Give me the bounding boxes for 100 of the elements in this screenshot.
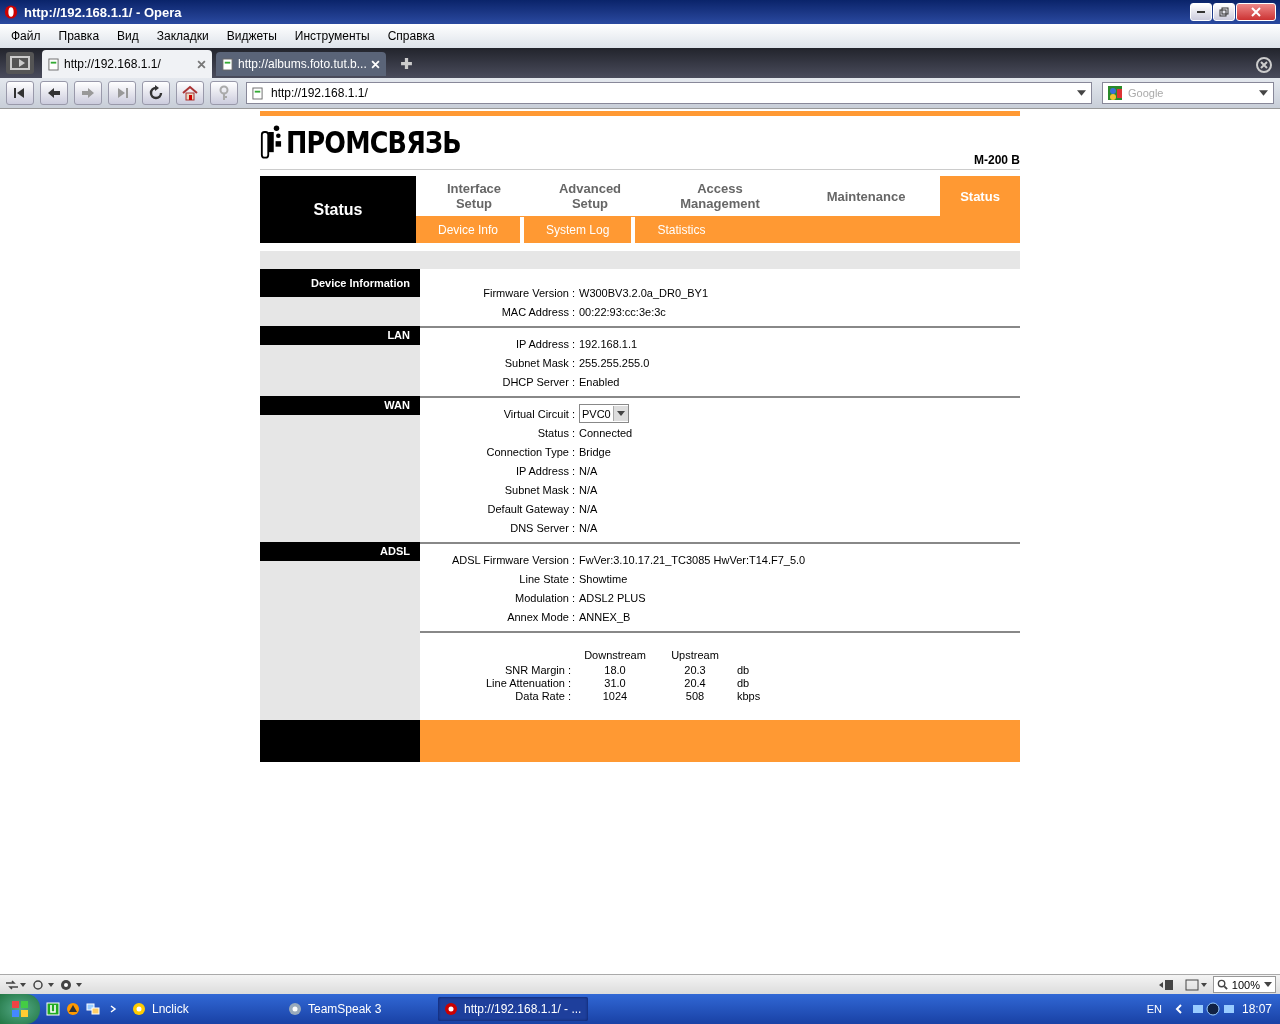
browser-tab[interactable]: http://albums.foto.tut.b... (216, 52, 386, 76)
menu-item[interactable]: Виджеты (217, 29, 286, 43)
field-value: N/A (579, 521, 598, 534)
field-value: ADSL2 PLUS (579, 591, 646, 604)
taskbar-button[interactable]: TeamSpeak 3 (282, 997, 432, 1021)
field-label: Firmware Version : (482, 286, 576, 299)
start-button[interactable] (0, 994, 40, 1024)
stat-value: 20.4 (683, 676, 707, 689)
taskbar-button[interactable]: http://192.168.1.1/ - ... (438, 997, 588, 1021)
nav-tab[interactable]: Interface Setup (416, 176, 532, 216)
dropdown-caret-icon[interactable] (1264, 982, 1272, 987)
nav-tab[interactable]: Access Management (648, 176, 792, 216)
stat-unit: db (736, 663, 751, 676)
minimize-icon (1197, 11, 1205, 13)
search-icon (1216, 979, 1228, 990)
rewind-button[interactable] (6, 81, 34, 105)
menu-item[interactable]: Закладки (147, 29, 218, 43)
app-icon (444, 1002, 458, 1016)
minimize-button[interactable] (1190, 3, 1212, 21)
restore-icon (1219, 7, 1229, 17)
nav-tab[interactable]: Advanced Setup (532, 176, 648, 216)
field-value: Bridge (579, 445, 611, 458)
back-button[interactable] (40, 81, 68, 105)
field-value: FwVer:3.10.17.21_TC3085 HwVer:T14.F7_5.0 (579, 553, 806, 566)
sync-icon[interactable] (4, 978, 28, 991)
field-label: ADSL Firmware Version : (450, 553, 576, 566)
dropdown-caret-icon[interactable] (1259, 90, 1268, 96)
forward-button[interactable] (74, 81, 102, 105)
view-icon[interactable] (1184, 978, 1209, 991)
address-field[interactable]: http://192.168.1.1/ (246, 82, 1092, 104)
nav-tab[interactable]: Maintenance (792, 176, 940, 216)
browser-tab[interactable]: http://192.168.1.1/ (42, 50, 212, 78)
field-value: N/A (579, 464, 598, 477)
virtual-circuit-select[interactable]: PVC0 (579, 404, 629, 423)
model-name: M-200 B (974, 153, 1020, 167)
new-tab-icon[interactable] (400, 57, 413, 70)
section-header: WAN (260, 396, 420, 415)
restore-button[interactable] (1213, 3, 1235, 21)
page-icon (48, 57, 59, 71)
menu-item[interactable]: Файл (2, 29, 50, 43)
app-icon (132, 1002, 146, 1016)
warning-circle-icon[interactable] (66, 1002, 80, 1016)
windows-logo-icon (10, 999, 30, 1019)
field-label: Subnet Mask : (503, 483, 576, 496)
stat-value: 31.0 (603, 676, 627, 689)
language-indicator[interactable]: EN (1142, 1003, 1166, 1015)
menu-item[interactable]: Вид (108, 29, 148, 43)
computers-icon[interactable] (86, 1002, 100, 1016)
field-label: MAC Address : (500, 305, 576, 318)
field-value: Enabled (579, 375, 620, 388)
back-arrow-icon (46, 85, 62, 101)
reload-icon (148, 85, 164, 101)
field-value: 192.168.1.1 (579, 337, 638, 350)
field-label: Default Gateway : (486, 502, 576, 515)
window-title: http://192.168.1.1/ - Opera (24, 4, 182, 20)
field-label: IP Address : (514, 337, 576, 350)
home-button[interactable] (176, 81, 204, 105)
menu-item[interactable]: Справка (378, 29, 444, 43)
stat-value: 508 (684, 689, 706, 702)
search-engine-icon[interactable] (1108, 86, 1122, 100)
clock: 18:07 (1241, 1002, 1272, 1016)
field-label: Line State : (518, 572, 576, 585)
field-label: DHCP Server : (501, 375, 576, 388)
reload-button[interactable] (142, 81, 170, 105)
key-button[interactable] (210, 81, 238, 105)
turbo-icon[interactable] (60, 978, 84, 991)
dropdown-caret-icon[interactable] (1077, 90, 1086, 96)
home-icon (182, 85, 198, 101)
section-header: LAN (260, 326, 420, 345)
field-value: N/A (579, 502, 598, 515)
close-icon (1251, 7, 1261, 17)
forward-arrow-icon (80, 85, 96, 101)
stat-value: 20.3 (683, 663, 707, 676)
field-label: Connection Type : (485, 445, 576, 458)
taskbar-button[interactable]: Lnclick (126, 997, 276, 1021)
stat-label: SNR Margin : (503, 663, 572, 676)
field-label: Status : (536, 426, 576, 439)
menu-item[interactable]: Правка (49, 29, 109, 43)
field-label: IP Address : (514, 464, 576, 477)
field-label: DNS Server : (509, 521, 576, 534)
company-logo: ПРОМСВЯЗЬ (260, 121, 492, 164)
close-icon[interactable] (197, 59, 206, 69)
close-button[interactable] (1236, 3, 1276, 21)
page-title: Status (260, 176, 416, 243)
field-label: Subnet Mask : (503, 356, 576, 369)
panel-icon (10, 56, 30, 70)
tray-icons (1191, 1002, 1236, 1016)
closed-tabs-icon[interactable] (1254, 54, 1274, 74)
panel-toggle-button[interactable] (6, 52, 34, 74)
page-icon (252, 86, 263, 100)
opera-logo-icon (4, 5, 18, 19)
field-value: W300BV3.2.0a_DR0_BY1 (579, 286, 709, 299)
zoom-field[interactable]: 100% (1212, 976, 1276, 993)
fast-forward-button[interactable] (108, 81, 136, 105)
menu-item[interactable]: Инструменты (285, 29, 379, 43)
stat-label: Data Rate : (514, 689, 572, 702)
unite-icon[interactable] (32, 978, 56, 991)
dropdown-caret-icon[interactable] (613, 406, 628, 421)
app-icon (288, 1002, 302, 1016)
field-label: Modulation : (514, 591, 576, 604)
